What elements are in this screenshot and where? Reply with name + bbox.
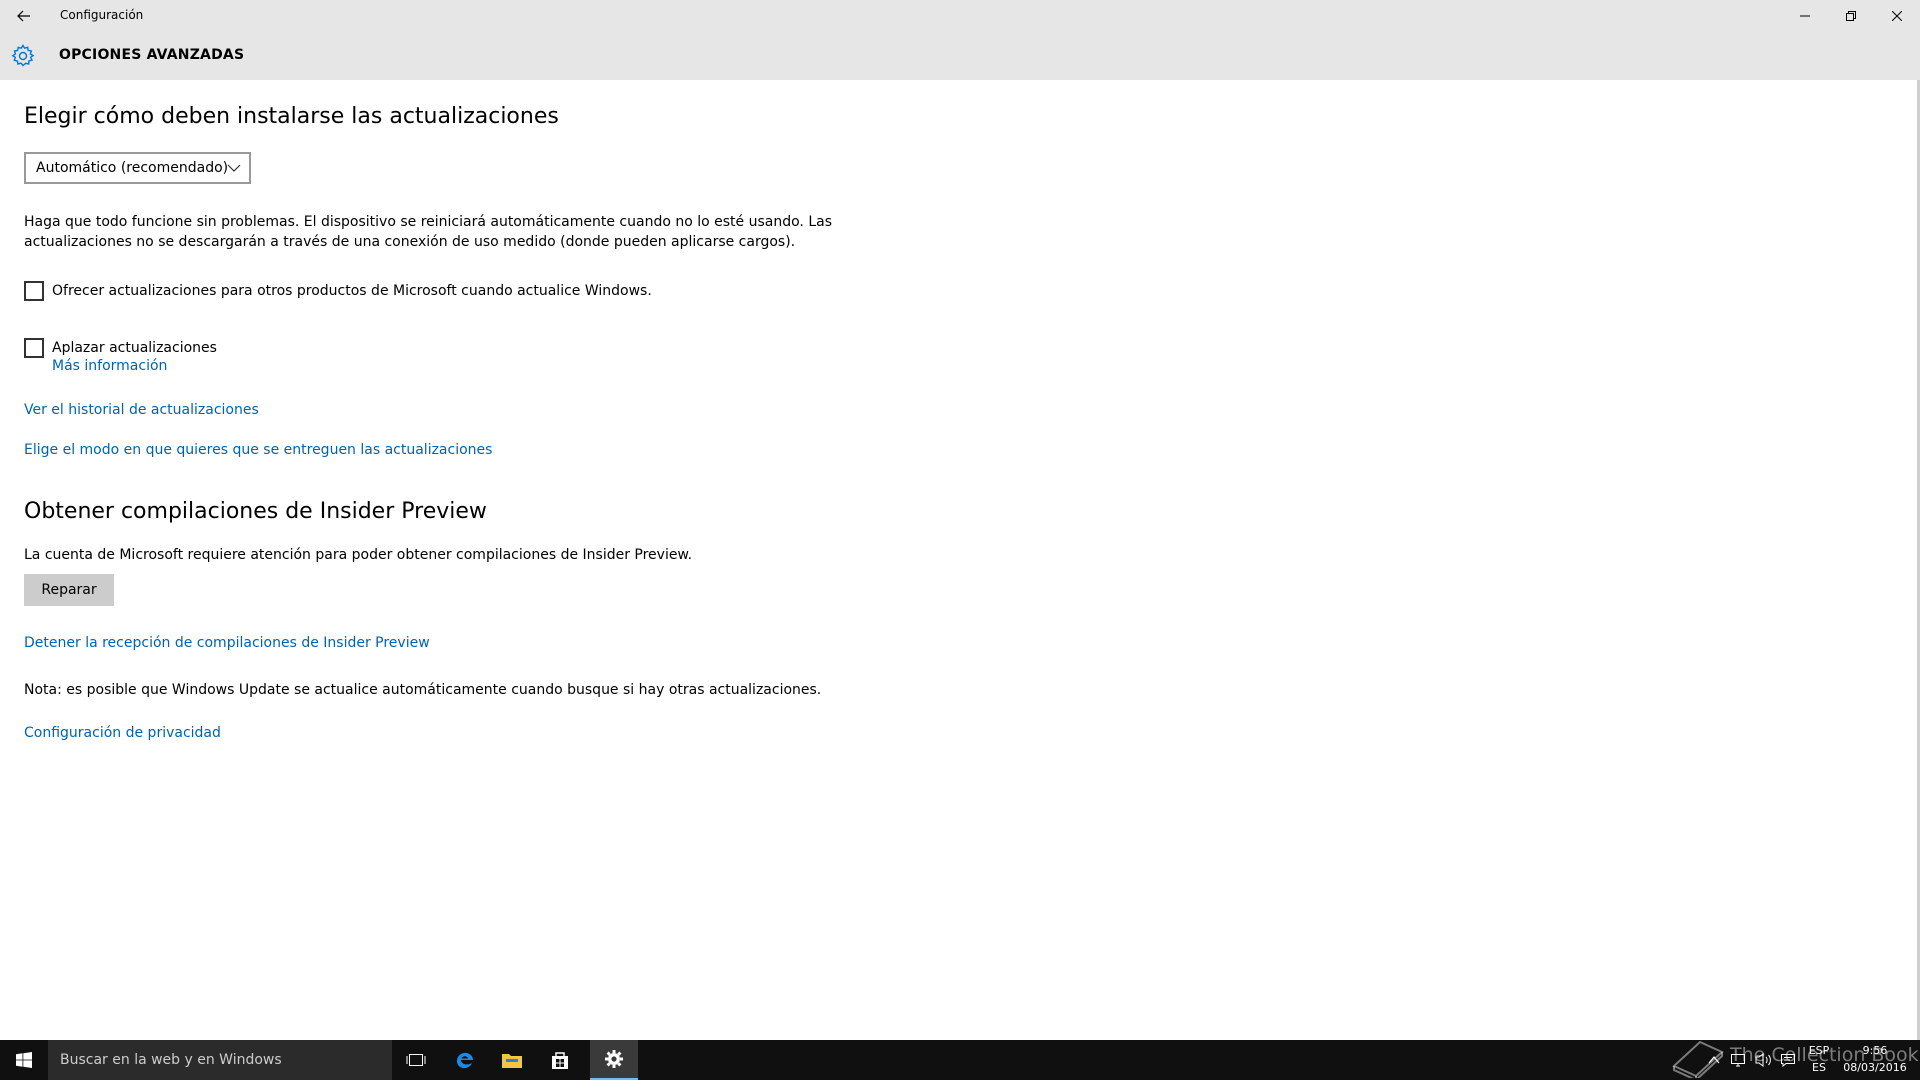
page-header: OPCIONES AVANZADAS (0, 32, 1920, 80)
offer-updates-label: Ofrecer actualizaciones para otros produ… (52, 283, 652, 299)
install-mode-dropdown[interactable]: Automático (recomendado) (24, 152, 251, 184)
stop-insider-link[interactable]: Detener la recepción de compilaciones de… (24, 635, 430, 651)
defer-updates-checkbox[interactable] (24, 338, 44, 358)
taskbar: Buscar en la web y en Windows ESP ES 9:5… (0, 1040, 1920, 1080)
task-view-icon (406, 1054, 426, 1066)
install-description-line2: actualizaciones no se descargarán a trav… (24, 234, 796, 250)
install-description-line1: Haga que todo funcione sin problemas. El… (24, 214, 833, 230)
delivery-optimization-link[interactable]: Elige el modo en que quieres que se entr… (24, 442, 492, 458)
file-explorer-icon (502, 1054, 522, 1068)
title-bar: Configuración (0, 0, 1920, 32)
search-placeholder: Buscar en la web y en Windows (60, 1052, 282, 1068)
maximize-button[interactable] (1828, 0, 1874, 32)
minimize-icon (1800, 15, 1810, 17)
dropdown-value: Automático (recomendado) (36, 160, 229, 176)
close-icon (1892, 11, 1902, 21)
insider-heading: Obtener compilaciones de Insider Preview (24, 499, 487, 524)
store-icon (552, 1052, 568, 1069)
settings-icon (605, 1050, 623, 1068)
install-heading: Elegir cómo deben instalarse las actuali… (24, 104, 559, 129)
offer-updates-checkbox[interactable] (24, 281, 44, 301)
repair-button[interactable]: Reparar (24, 574, 114, 606)
file-explorer-button[interactable] (488, 1040, 536, 1080)
insider-description: La cuenta de Microsoft requiere atención… (24, 547, 693, 563)
app-title: Configuración (60, 8, 144, 22)
update-history-link[interactable]: Ver el historial de actualizaciones (24, 402, 259, 418)
close-button[interactable] (1874, 0, 1920, 32)
gear-icon (11, 44, 35, 67)
back-button[interactable] (0, 0, 48, 32)
minimize-button[interactable] (1782, 0, 1828, 32)
task-view-button[interactable] (392, 1040, 440, 1080)
defer-updates-option[interactable]: Aplazar actualizaciones (24, 338, 217, 358)
store-button[interactable] (536, 1040, 584, 1080)
edge-icon (456, 1052, 473, 1069)
offer-updates-option[interactable]: Ofrecer actualizaciones para otros produ… (24, 281, 652, 301)
update-note: Nota: es posible que Windows Update se a… (24, 682, 822, 698)
edge-button[interactable] (440, 1040, 488, 1080)
more-info-link[interactable]: Más información (52, 358, 167, 374)
taskbar-search-box[interactable]: Buscar en la web y en Windows (48, 1040, 392, 1080)
back-arrow-icon (17, 10, 30, 22)
watermark-text: The Collection Book (1730, 1044, 1919, 1066)
defer-updates-label: Aplazar actualizaciones (52, 340, 217, 356)
settings-taskbar-button[interactable] (590, 1040, 638, 1080)
privacy-settings-link[interactable]: Configuración de privacidad (24, 725, 221, 741)
page-title: OPCIONES AVANZADAS (59, 47, 245, 63)
chevron-down-icon (227, 164, 241, 172)
windows-logo-icon (16, 1052, 32, 1068)
start-button[interactable] (0, 1040, 48, 1080)
maximize-icon (1846, 11, 1856, 21)
book-watermark-icon (1672, 1040, 1724, 1078)
